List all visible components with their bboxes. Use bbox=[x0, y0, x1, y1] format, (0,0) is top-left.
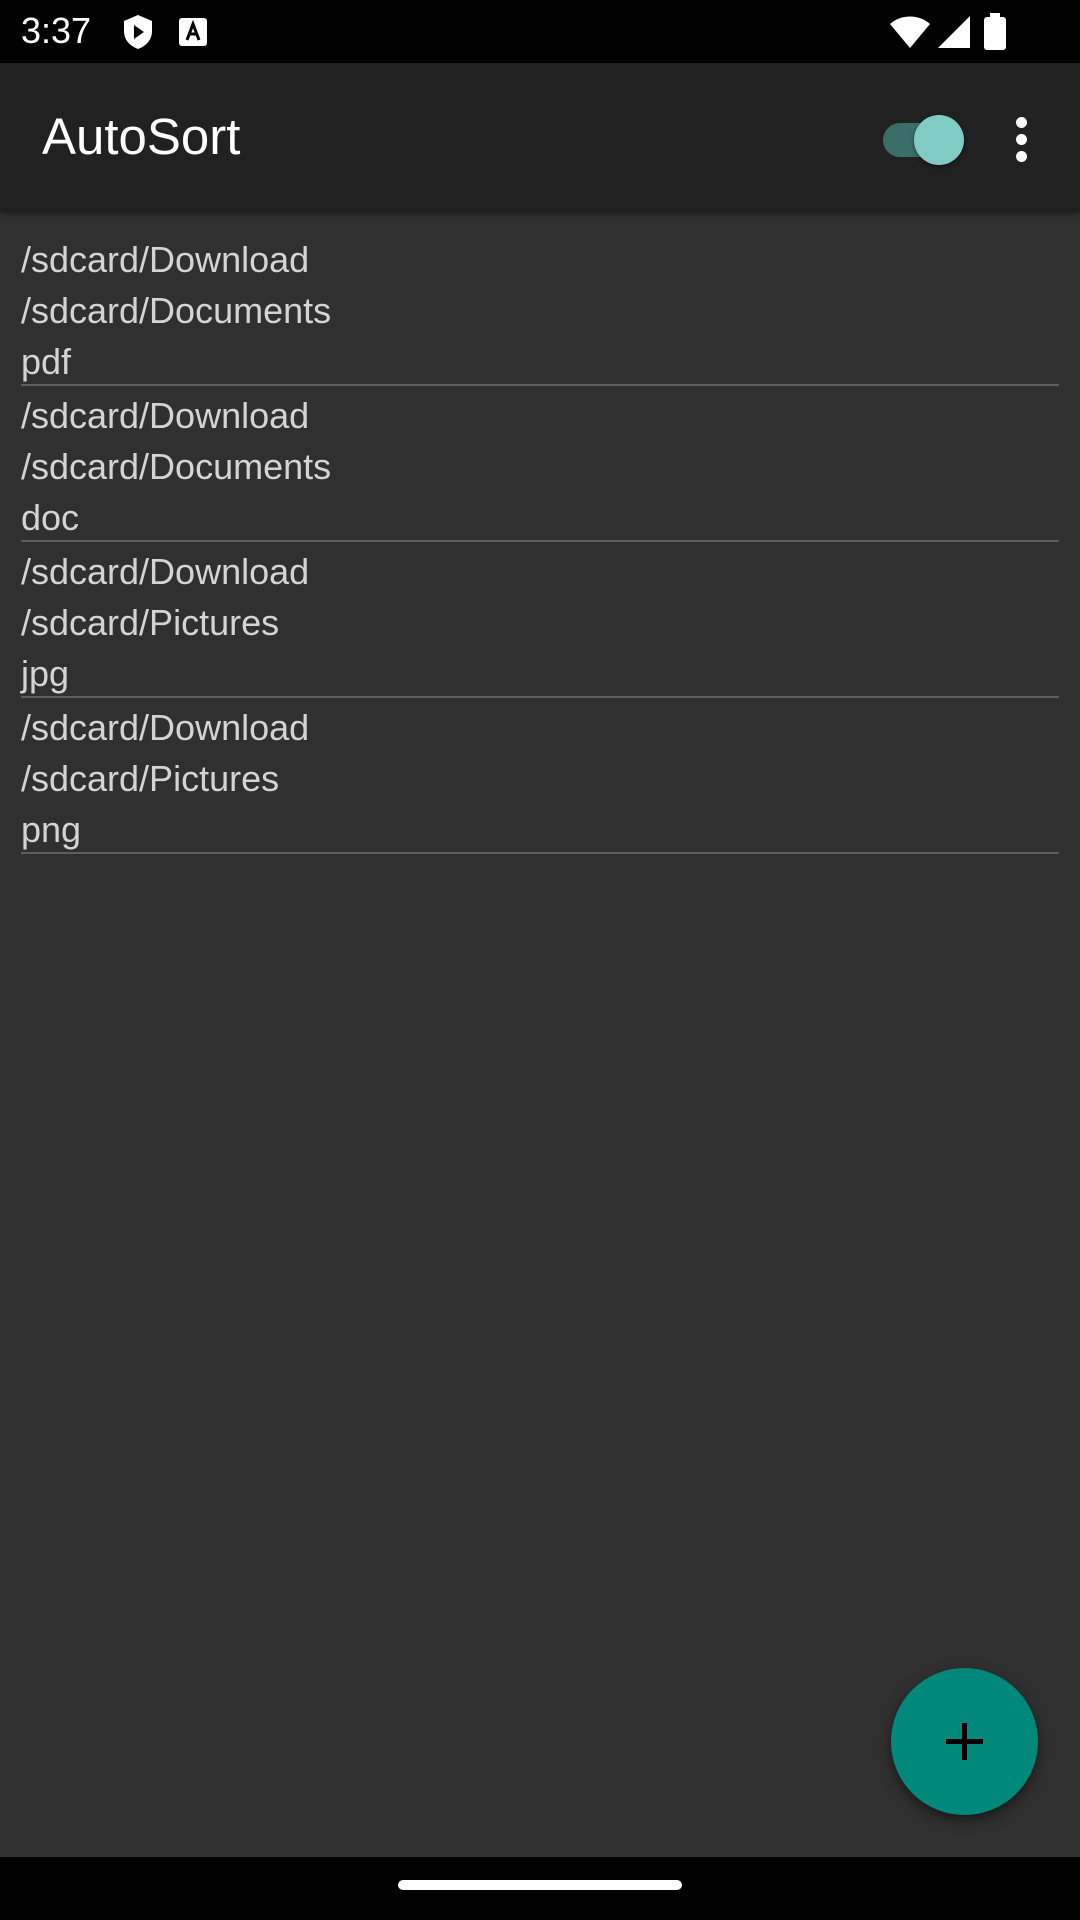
cell-signal-icon bbox=[934, 12, 974, 52]
wifi-icon bbox=[888, 12, 932, 52]
app-bar: AutoSort bbox=[0, 63, 1080, 210]
rule-item[interactable]: /sdcard/Download /sdcard/Pictures jpg bbox=[21, 542, 1059, 698]
rule-source: /sdcard/Download bbox=[21, 395, 310, 436]
rule-item[interactable]: /sdcard/Download /sdcard/Pictures png bbox=[21, 698, 1059, 854]
rules-list: /sdcard/Download /sdcard/Documents pdf /… bbox=[0, 210, 1080, 854]
status-time: 3:37 bbox=[21, 10, 92, 51]
plus-icon bbox=[946, 1723, 983, 1760]
rule-source: /sdcard/Download bbox=[21, 239, 310, 280]
rule-destination: /sdcard/Documents bbox=[21, 290, 332, 331]
rule-item[interactable]: /sdcard/Download /sdcard/Documents doc bbox=[21, 386, 1059, 542]
rule-destination: /sdcard/Pictures bbox=[21, 758, 280, 799]
rule-source: /sdcard/Download bbox=[21, 707, 310, 748]
rule-source: /sdcard/Download bbox=[21, 551, 310, 592]
overflow-menu-button[interactable] bbox=[996, 103, 1048, 175]
rule-extension: doc bbox=[21, 497, 80, 538]
add-rule-button[interactable] bbox=[891, 1668, 1038, 1815]
status-bar: 3:37 bbox=[0, 0, 1080, 63]
rule-item[interactable]: /sdcard/Download /sdcard/Documents pdf bbox=[21, 210, 1059, 386]
app-title: AutoSort bbox=[42, 108, 241, 165]
rule-extension: png bbox=[21, 809, 82, 850]
text-a-icon bbox=[173, 12, 213, 52]
autosort-toggle[interactable] bbox=[883, 113, 967, 165]
rule-destination: /sdcard/Documents bbox=[21, 446, 332, 487]
battery-icon bbox=[980, 12, 1010, 52]
rule-destination: /sdcard/Pictures bbox=[21, 602, 280, 643]
rule-extension: jpg bbox=[21, 653, 70, 694]
navigation-bar bbox=[0, 1857, 1080, 1920]
home-gesture-handle[interactable] bbox=[398, 1880, 682, 1890]
rule-extension: pdf bbox=[21, 341, 72, 382]
toggle-thumb bbox=[914, 115, 964, 165]
shield-play-icon bbox=[118, 12, 158, 52]
